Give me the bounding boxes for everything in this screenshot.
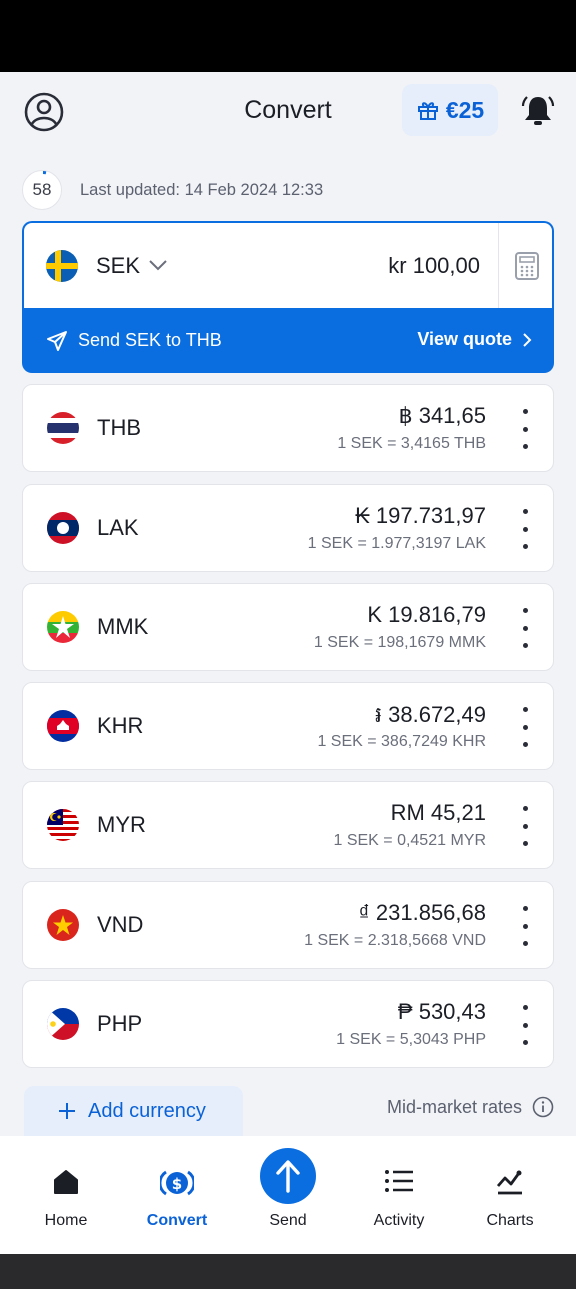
reward-button[interactable]: €25 (402, 84, 498, 136)
exchange-rate: 1 SEK = 2.318,5668 VND (304, 932, 486, 949)
nav-convert-label: Convert (146, 1212, 208, 1229)
more-options-icon[interactable] (519, 707, 531, 747)
nav-home[interactable]: Home (11, 1136, 121, 1254)
chart-line-icon (496, 1170, 522, 1195)
currency-value: RM 45,21 (390, 800, 486, 825)
bottom-navigation: Home $ Convert Send Activity Charts (0, 1136, 576, 1254)
sweden-flag-icon (46, 250, 78, 282)
base-currency-card: SEK kr 100,00 Send SEK to THB View quote (22, 221, 554, 373)
currency-exchange-icon: $ (160, 1170, 194, 1196)
nav-activity-label: Activity (373, 1212, 425, 1229)
gift-icon (417, 102, 438, 120)
currency-value: ₫ 231.856,68 (358, 900, 486, 925)
arrow-up-icon (276, 1160, 300, 1193)
currency-row-mmk[interactable]: MMK K 19.816,79 1 SEK = 198,1679 MMK (22, 583, 554, 671)
nav-send-label: Send (269, 1212, 307, 1229)
bell-icon[interactable] (520, 94, 556, 128)
currency-code: THB (97, 415, 141, 440)
info-icon (532, 1096, 554, 1118)
currency-value: K 19.816,79 (367, 602, 486, 627)
more-options-icon[interactable] (519, 608, 531, 648)
mid-market-label: Mid-market rates (386, 1096, 522, 1117)
myanmar-flag-icon (47, 611, 79, 643)
view-quote-button[interactable]: View quote (417, 329, 532, 350)
profile-icon[interactable] (24, 92, 64, 132)
divider (498, 223, 499, 308)
vietnam-flag-icon (47, 909, 79, 941)
exchange-rate: 1 SEK = 0,4521 MYR (333, 832, 486, 849)
svg-text:$: $ (172, 1175, 182, 1193)
refresh-countdown[interactable]: 58 (22, 170, 62, 210)
nav-home-label: Home (44, 1212, 88, 1229)
exchange-rate: 1 SEK = 1.977,3197 LAK (307, 535, 486, 552)
exchange-rate: 1 SEK = 3,4165 THB (337, 435, 486, 452)
more-options-icon[interactable] (519, 806, 531, 846)
laos-flag-icon (47, 512, 79, 544)
send-text: Send SEK to THB (78, 330, 222, 350)
send-button[interactable] (260, 1148, 316, 1204)
currency-value: ៛ 38.672,49 (375, 702, 486, 727)
more-options-icon[interactable] (519, 906, 531, 946)
base-currency-code: SEK (96, 253, 141, 278)
add-currency-button[interactable]: Add currency (24, 1086, 243, 1136)
calculator-icon[interactable] (514, 251, 540, 281)
currency-code: VND (97, 912, 144, 937)
currency-row-khr[interactable]: KHR ៛ 38.672,49 1 SEK = 386,7249 KHR (22, 682, 554, 770)
currency-value: ฿ 341,65 (398, 403, 486, 428)
philippines-flag-icon (47, 1008, 79, 1040)
currency-value: ₭ 197.731,97 (355, 503, 486, 528)
nav-activity[interactable]: Activity (344, 1136, 454, 1254)
view-quote-label: View quote (417, 329, 512, 349)
home-icon (54, 1170, 78, 1194)
plus-icon (59, 1103, 75, 1119)
currency-row-vnd[interactable]: VND ₫ 231.856,68 1 SEK = 2.318,5668 VND (22, 881, 554, 969)
currency-row-lak[interactable]: LAK ₭ 197.731,97 1 SEK = 1.977,3197 LAK (22, 484, 554, 572)
currency-code: PHP (97, 1011, 143, 1036)
last-updated-text: Last updated: 14 Feb 2024 12:33 (80, 180, 324, 199)
nav-charts[interactable]: Charts (455, 1136, 565, 1254)
last-updated-row: 58 Last updated: 14 Feb 2024 12:33 (22, 170, 323, 210)
exchange-rate: 1 SEK = 5,3043 PHP (336, 1031, 486, 1048)
send-quote-bar[interactable]: Send SEK to THB View quote (22, 308, 554, 373)
currency-code: KHR (97, 713, 144, 738)
currency-row-php[interactable]: PHP ₱ 530,43 1 SEK = 5,3043 PHP (22, 980, 554, 1068)
system-navigation-bar (0, 1254, 576, 1289)
cambodia-flag-icon (47, 710, 79, 742)
reward-amount: €25 (445, 96, 485, 123)
currency-row-thb[interactable]: THB ฿ 341,65 1 SEK = 3,4165 THB (22, 384, 554, 472)
more-options-icon[interactable] (519, 1005, 531, 1045)
more-options-icon[interactable] (519, 409, 531, 449)
countdown-arc (42, 171, 47, 175)
more-options-icon[interactable] (519, 509, 531, 549)
currency-code: MYR (97, 812, 146, 837)
mid-market-rates-info[interactable]: Mid-market rates (387, 1096, 554, 1118)
nav-send[interactable]: Send (233, 1136, 343, 1254)
currency-value: ₱ 530,43 (397, 999, 486, 1024)
nav-charts-label: Charts (486, 1212, 534, 1229)
nav-convert[interactable]: $ Convert (122, 1136, 232, 1254)
app-header: Convert €25 (0, 72, 576, 150)
exchange-rate: 1 SEK = 198,1679 MMK (313, 634, 486, 651)
currency-code: MMK (97, 614, 149, 639)
chevron-right-icon (523, 332, 532, 347)
base-currency-input[interactable]: SEK kr 100,00 (24, 223, 552, 308)
currency-row-myr[interactable]: MYR RM 45,21 1 SEK = 0,4521 MYR (22, 781, 554, 869)
list-icon (385, 1170, 413, 1192)
malaysia-flag-icon (47, 809, 79, 841)
chevron-down-icon[interactable] (148, 259, 168, 271)
paper-plane-icon (47, 331, 67, 351)
thailand-flag-icon (47, 412, 79, 444)
base-amount[interactable]: kr 100,00 (388, 253, 480, 279)
status-bar (0, 0, 576, 72)
exchange-rate: 1 SEK = 386,7249 KHR (317, 733, 486, 750)
currency-code: LAK (97, 515, 139, 540)
add-currency-label: Add currency (88, 1099, 206, 1122)
